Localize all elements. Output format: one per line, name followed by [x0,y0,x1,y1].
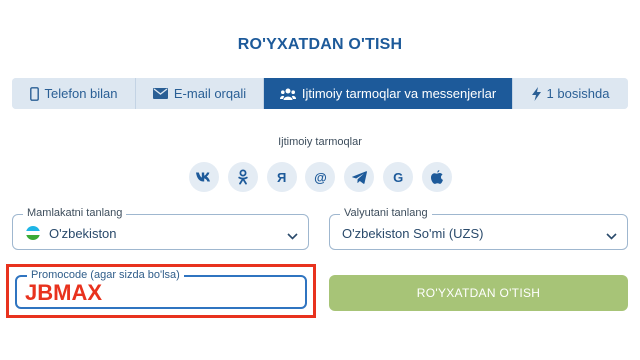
promocode-input[interactable] [25,280,295,306]
tab-phone[interactable]: Telefon bilan [12,78,136,109]
social-networks-row: Я @ G [189,162,452,192]
page-title: RO'YXATDAN O'TISH [237,36,403,53]
registration-method-tabs: Telefon bilan E-mail orqali Ijtimoiy tar… [12,78,628,109]
tab-label: Telefon bilan [44,86,118,101]
odnoklassniki-icon[interactable] [227,162,258,192]
tab-label: E-mail orqali [173,86,247,101]
register-button[interactable]: RO'YXATDAN O'TISH [329,275,628,311]
currency-select-label: Valyutani tanlang [340,207,432,219]
vk-icon[interactable] [189,162,219,192]
tab-one-click[interactable]: 1 bosishda [513,78,628,109]
tab-social-networks[interactable]: Ijtimoiy tarmoqlar va messenjerlar [264,78,513,109]
tab-label: Ijtimoiy tarmoqlar va messenjerlar [301,86,497,101]
yandex-icon[interactable]: Я [266,162,297,192]
currency-select[interactable]: Valyutani tanlang O'zbekiston So'mi (UZS… [329,207,628,250]
telegram-icon[interactable] [344,162,375,192]
social-networks-label: Ijtimoiy tarmoqlar [278,136,362,148]
tab-label: 1 bosishda [546,86,610,101]
apple-icon[interactable] [421,162,452,192]
lightning-icon [531,86,541,101]
uzbekistan-flag-icon [26,226,40,240]
currency-select-value: O'zbekiston So'mi (UZS) [342,226,484,241]
country-select-label: Mamlakatni tanlang [23,207,127,219]
chevron-down-icon [287,227,298,245]
chevron-down-icon [606,227,617,245]
country-select-value: O'zbekiston [49,226,117,241]
phone-icon [29,86,39,101]
promocode-field[interactable]: Promocode (agar sizda bo'lsa) [15,269,307,309]
tab-email[interactable]: E-mail orqali [136,78,264,109]
users-icon [279,88,296,100]
country-select[interactable]: Mamlakatni tanlang O'zbekiston [12,207,309,250]
envelope-icon [152,88,168,99]
mailru-icon[interactable]: @ [305,162,336,192]
promocode-highlight-frame: Promocode (agar sizda bo'lsa) [6,264,316,318]
google-icon[interactable]: G [383,162,414,192]
